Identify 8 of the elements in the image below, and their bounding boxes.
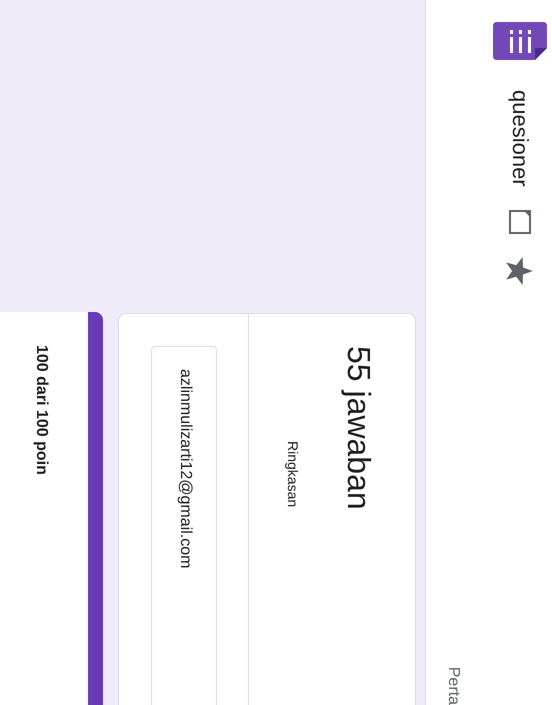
forms-logo-icon[interactable] [493,22,547,60]
tab[interactable]: Perta [436,666,463,705]
summary-tab[interactable]: Ringkasan [272,441,301,508]
form-title[interactable]: quesioner [507,90,533,187]
response-count: 55 jawaban [340,346,378,512]
score-text: 100 dari 100 poin [33,345,50,475]
star-icon[interactable] [506,256,534,285]
respondent-dropdown[interactable]: azlinmulizarti12@gmail.com [151,346,217,705]
